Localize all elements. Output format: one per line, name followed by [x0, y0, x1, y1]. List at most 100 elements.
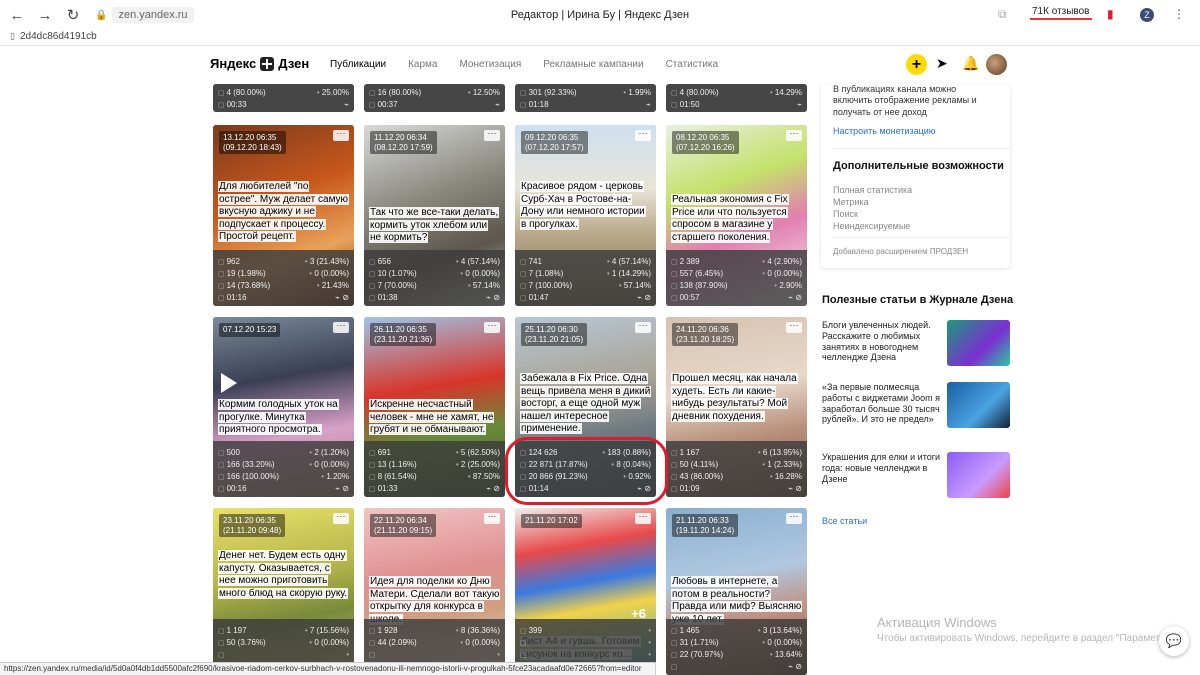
extra-search[interactable]: Поиск [833, 209, 858, 219]
stat-value [648, 626, 651, 635]
card-menu-icon[interactable]: ··· [484, 129, 500, 141]
stat-value: 4 (80.00%) [671, 88, 719, 97]
extra-metrika[interactable]: Метрика [833, 197, 869, 207]
card-menu-icon[interactable]: ··· [786, 129, 802, 141]
reviews-badge[interactable]: 71К отзывов [1030, 6, 1092, 20]
tab-statistics[interactable]: Статистика [666, 59, 719, 70]
menu-icon[interactable]: ⋮ [1173, 7, 1185, 21]
stat-value: 3 (13.64%) [758, 626, 802, 635]
logo-text-2: Дзен [278, 56, 310, 71]
tab-karma[interactable]: Карма [408, 59, 437, 70]
card-menu-icon[interactable]: ··· [635, 512, 651, 524]
publication-card[interactable]: 21.11.20 17:02···Лист А4 и гуашь. Готови… [515, 508, 656, 675]
link-icon[interactable]: ⌁ [495, 100, 500, 109]
publication-card-partial[interactable]: 4 (80.00%) 25.00% 00:33 ⌁ [213, 84, 354, 112]
stat-value [218, 650, 225, 659]
play-icon[interactable] [221, 373, 237, 393]
link-icon[interactable]: ⌁ [797, 100, 802, 109]
journal-item[interactable]: Блоги увлеченных людей. Расскажите о люб… [822, 320, 942, 363]
link-icon[interactable]: ⌁ ⊘ [637, 293, 651, 302]
link-icon[interactable]: ⌁ ⊘ [788, 662, 802, 671]
card-title[interactable]: Реальная экономия с Fix Price или что по… [671, 194, 802, 244]
back-icon[interactable]: ← [8, 6, 26, 24]
link-icon[interactable]: ⌁ ⊘ [637, 484, 651, 493]
link-icon[interactable]: ⌁ ⊘ [335, 484, 349, 493]
create-button[interactable]: + [906, 54, 927, 75]
tab-ad-campaigns[interactable]: Рекламные кампании [543, 59, 643, 70]
card-menu-icon[interactable]: ··· [484, 321, 500, 333]
link-icon[interactable]: ⌁ ⊘ [486, 484, 500, 493]
card-menu-icon[interactable]: ··· [333, 129, 349, 141]
stat-value: 13.64% [770, 650, 802, 659]
publication-card[interactable]: 11.12.20 06:34 (08.12.20 17:59) ··· Так чт… [364, 125, 505, 306]
tab-publications[interactable]: Публикации [330, 59, 386, 70]
card-title[interactable]: Искренне несчастный человек - мне не хам… [369, 399, 500, 437]
card-menu-icon[interactable]: ··· [786, 321, 802, 333]
journal-item[interactable]: «За первые полмесяца работы с виджетами … [822, 382, 942, 425]
card-title[interactable]: Для любителей "по острее". Муж делает са… [218, 181, 350, 244]
publication-card[interactable]: 13.12.20 06:35 (09.12.20 18:43) ··· Для лю… [213, 125, 354, 306]
card-title[interactable]: Кормим голодных уток на прогулке. Минутк… [218, 399, 349, 437]
journal-thumb[interactable] [947, 382, 1010, 428]
chat-icon[interactable]: 💬 [1159, 626, 1189, 656]
journal-item[interactable]: Украшения для елки и итоги года: новые ч… [822, 452, 942, 484]
card-menu-icon[interactable]: ··· [333, 512, 349, 524]
send-icon[interactable]: ➤ [936, 55, 948, 72]
card-title[interactable]: Забежала в Fix Price. Одна вещь привела … [520, 373, 652, 436]
publication-card-partial[interactable]: 16 (80.00%) 12.50% 00:37 ⌁ [364, 84, 505, 112]
link-icon[interactable]: ⌁ ⊘ [486, 293, 500, 302]
card-stats: 4 (80.00%) 14.29% 01:50 ⌁ [666, 84, 807, 112]
all-articles-link[interactable]: Все статьи [822, 516, 867, 526]
card-stats: 962 3 (21.43%) 19 (1.98%) 0 (0.00%) 14 (73.6… [213, 250, 354, 306]
reload-icon[interactable]: ↻ [64, 6, 82, 24]
card-menu-icon[interactable]: ··· [484, 512, 500, 524]
stat-value: 0 (0.00%) [309, 269, 349, 278]
extra-full-stats[interactable]: Полная статистика [833, 185, 912, 195]
translate-icon[interactable]: ⧉ [998, 7, 1007, 22]
extension-icon[interactable]: Z [1140, 8, 1154, 22]
publication-card-partial[interactable]: 4 (80.00%) 14.29% 01:50 ⌁ [666, 84, 807, 112]
card-title[interactable]: Прошел месяц, как начала худеть. Есть ли… [671, 373, 802, 423]
card-title[interactable]: Красивое рядом - церковь Сурб-Хач в Рост… [520, 181, 651, 231]
url-bar[interactable]: zen.yandex.ru [112, 7, 194, 23]
card-stats: 124 626 183 (0.88%) 22 871 (17.87%) 8 (0.04… [515, 441, 656, 497]
card-title[interactable]: Денег нет. Будем есть одну капусту. Оказ… [218, 550, 349, 600]
link-icon[interactable]: ⌁ [344, 100, 349, 109]
publication-card[interactable]: 21.11.20 06:33 (19.11.20 14:24) ··· Любовь… [666, 508, 807, 675]
link-icon[interactable]: ⌁ ⊘ [788, 484, 802, 493]
publication-card[interactable]: 24.11.20 06:36 (23.11.20 18:25) ··· Прошел… [666, 317, 807, 497]
publication-card-partial[interactable]: 301 (92.33%) 1.99% 01:18 ⌁ [515, 84, 656, 112]
bell-icon[interactable]: 🔔 [962, 55, 979, 72]
publication-card[interactable]: 26.11.20 06:35 (23.11.20 21:36) ··· Искрен… [364, 317, 505, 497]
card-date: 21.11.20 17:02 [521, 514, 582, 528]
link-icon[interactable]: ⌁ ⊘ [335, 293, 349, 302]
lock-icon: 🔒 [95, 9, 108, 21]
publication-card[interactable]: 09.12.20 06:35 (07.12.20 17:57) ··· Красив… [515, 125, 656, 306]
bookmark-icon[interactable]: ▮ [1107, 7, 1114, 21]
stat-value [648, 638, 651, 647]
card-menu-icon[interactable]: ··· [786, 512, 802, 524]
forward-icon[interactable]: → [36, 6, 54, 24]
publication-card[interactable]: 22.11.20 06:34 (21.11.20 09:15) ··· Идея д… [364, 508, 505, 675]
card-menu-icon[interactable]: ··· [333, 321, 349, 333]
link-icon[interactable]: ⌁ [646, 100, 651, 109]
link-icon[interactable]: ⌁ ⊘ [788, 293, 802, 302]
card-menu-icon[interactable]: ··· [635, 321, 651, 333]
publication-card[interactable]: 23.11.20 06:35 (21.11.20 09:48) ··· Денег … [213, 508, 354, 675]
card-date: 26.11.20 06:35 (23.11.20 21:36) [370, 323, 437, 347]
stat-value: 22 (70.97%) [671, 650, 724, 659]
avatar[interactable] [986, 54, 1007, 75]
publication-card[interactable]: 07.12.20 15:23 ··· Кормим голодных уток на… [213, 317, 354, 497]
stat-value: 0 (0.00%) [762, 638, 802, 647]
card-menu-icon[interactable]: ··· [635, 129, 651, 141]
publication-card[interactable]: 08.12.20 06:35 (07.12.20 16:26) ··· Реальн… [666, 125, 807, 306]
tab-monetization[interactable]: Монетизация [459, 59, 521, 70]
extra-unindexed[interactable]: Неиндексируемые [833, 221, 910, 231]
monetization-link[interactable]: Настроить монетизацию [833, 126, 936, 137]
dzen-logo[interactable]: Яндекс Дзен [210, 56, 309, 71]
journal-thumb[interactable] [947, 452, 1010, 498]
card-stats: 2 389 4 (2.90%) 557 (6.45%) 0 (0.00%) 138 (8… [666, 250, 807, 306]
card-title[interactable]: Так что же все-таки делать, кормить уток… [369, 207, 500, 245]
journal-thumb[interactable] [947, 320, 1010, 366]
publication-card[interactable]: 25.11.20 06:30 (23.11.20 21:05) ··· Забежа… [515, 317, 656, 497]
